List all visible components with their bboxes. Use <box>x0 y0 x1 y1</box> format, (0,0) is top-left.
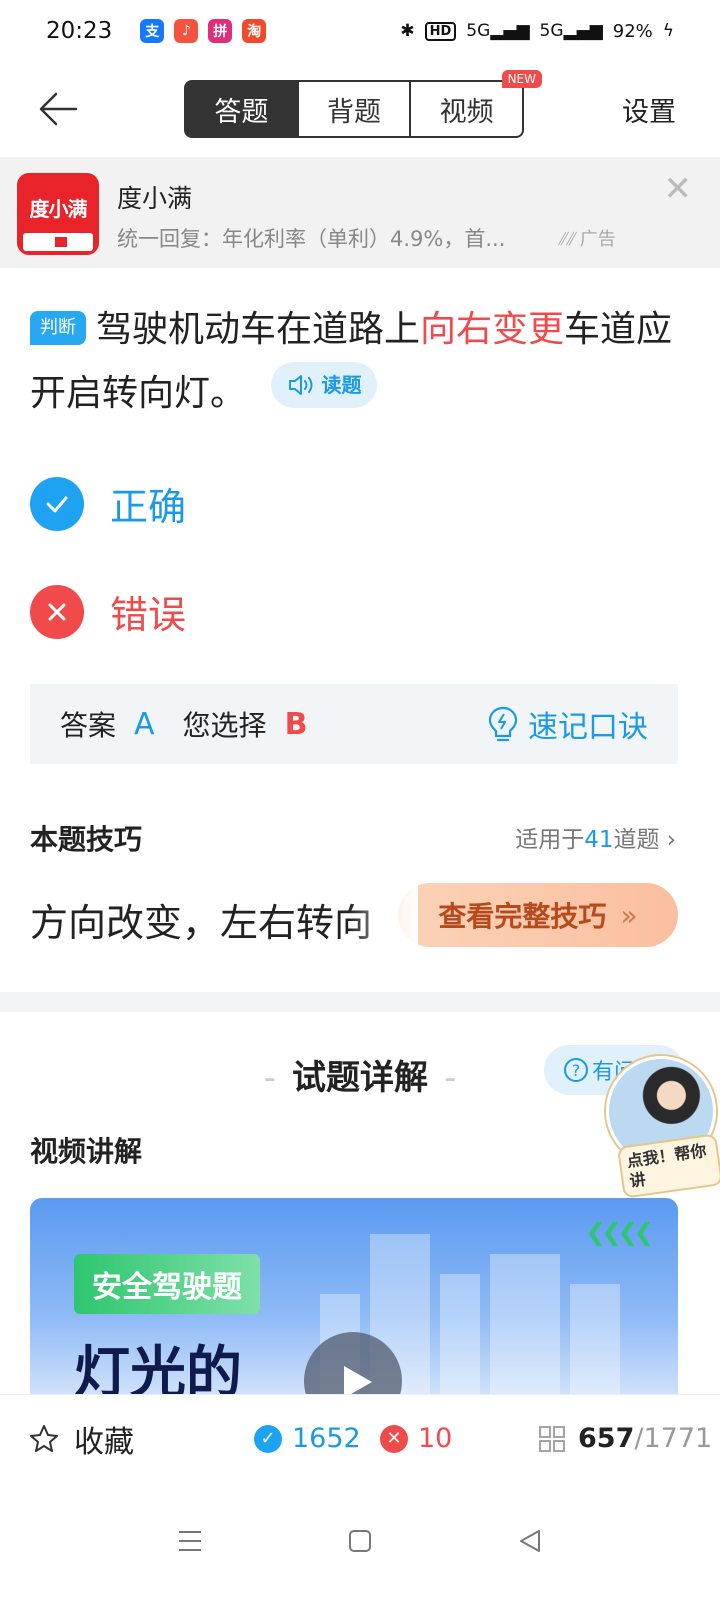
answer-bar: 答案 A 您选择 B 速记口诀 <box>30 684 678 764</box>
video-section-label: 视频讲解 <box>30 1135 143 1168</box>
status-app-icons: 支 ♪ 拼 淘 <box>140 19 267 43</box>
section-divider <box>0 992 720 1012</box>
system-nav-bar <box>0 1482 720 1600</box>
question-type-badge: 判断 <box>30 311 86 345</box>
mode-tabs: 答题 背题 视频 NEW <box>184 70 543 138</box>
favorite-button[interactable]: 收藏 <box>28 1417 134 1461</box>
taobao-icon: 淘 <box>242 19 267 43</box>
correct-count-icon: ✓ <box>254 1424 282 1453</box>
pinduoduo-icon: 拼 <box>208 19 233 43</box>
music-icon: ♪ <box>174 19 199 43</box>
option-wrong-label: 错误 <box>110 593 187 637</box>
status-indicators: ✱ HD 5G▂▄▆ 5G▂▄▆ 92% ϟ <box>400 21 674 42</box>
tips-text: 方向改变，左右转向 <box>30 901 373 945</box>
answer-value: A <box>134 706 155 742</box>
menu-nav-icon[interactable] <box>170 1521 210 1561</box>
star-icon <box>30 1424 58 1452</box>
video-badge: 安全驾驶题 <box>74 1254 260 1314</box>
ad-close-icon[interactable]: ✕ <box>664 169 693 209</box>
question-highlight: 向右变更 <box>420 309 565 350</box>
tips-apply-count: 41 <box>584 827 614 853</box>
wrong-count[interactable]: ✕ 10 <box>380 1423 452 1454</box>
read-question-button[interactable]: 读题 <box>271 362 378 408</box>
chosen-label: 您选择 <box>182 709 267 742</box>
view-full-tips-label: 查看完整技巧 <box>438 900 607 933</box>
lightbulb-icon <box>488 706 518 742</box>
progress-current: 657 <box>578 1423 635 1454</box>
ad-label: ⫽⫽ 广告 <box>558 229 616 250</box>
decor-chevrons-icon: ❮❮❮❮ <box>585 1218 654 1246</box>
double-chevron-icon: » <box>620 898 638 932</box>
grid-icon <box>539 1425 565 1452</box>
mnemonic-label: 速记口诀 <box>528 710 648 745</box>
tab-memorize[interactable]: 背题 <box>299 82 412 136</box>
correct-count[interactable]: ✓ 1652 <box>254 1423 361 1454</box>
tab-answer[interactable]: 答题 <box>186 82 299 136</box>
bluetooth-icon: ✱ <box>400 21 415 41</box>
status-time: 20:23 <box>46 18 113 44</box>
favorite-label: 收藏 <box>74 1424 134 1460</box>
wrong-count-icon: ✕ <box>380 1424 408 1453</box>
cross-icon <box>30 584 84 639</box>
chosen-value: B <box>284 706 308 742</box>
view-full-tips-button[interactable]: 查看完整技巧 » <box>348 877 678 953</box>
hd-icon: HD <box>424 21 457 41</box>
signal-1-icon: 5G▂▄▆ <box>466 21 530 41</box>
back-arrow-icon[interactable] <box>36 86 82 132</box>
answer-label: 答案 <box>60 709 117 742</box>
ad-logo: 度小满 <box>17 173 99 255</box>
back-nav-icon[interactable] <box>510 1521 550 1561</box>
video-player[interactable]: ❮❮❮❮ 安全驾驶题 灯光的 <box>30 1198 678 1394</box>
chevron-right-icon: › <box>666 827 676 853</box>
tips-title: 本题技巧 <box>30 823 143 856</box>
ad-description: 统一回复：年化利率（单利）4.9%，首... <box>117 227 506 251</box>
new-badge: NEW <box>501 70 543 88</box>
question-progress[interactable]: 657/1771 <box>538 1423 712 1454</box>
option-correct-label: 正确 <box>110 485 187 529</box>
battery-level: 92% <box>612 20 653 42</box>
video-title: 灯光的 <box>74 1341 242 1394</box>
question-mark-icon: ? <box>564 1058 588 1082</box>
status-bar: 20:23 支 ♪ 拼 淘 ✱ HD 5G▂▄▆ 5G▂▄▆ 92% ϟ <box>0 0 720 62</box>
bottom-bar: 收藏 ✓ 1652 ✕ 10 657/1771 <box>0 1394 720 1482</box>
tips-apply-link[interactable]: 适用于41道题 › <box>515 820 676 854</box>
home-nav-icon[interactable] <box>340 1521 380 1561</box>
ad-title: 度小满 <box>117 184 193 213</box>
question-part-1: 驾驶机动车在道路上 <box>96 309 421 350</box>
charging-icon: ϟ <box>662 21 674 41</box>
check-icon <box>30 476 84 531</box>
speaker-icon <box>289 375 313 395</box>
ad-banner[interactable]: 度小满 度小满 统一回复：年化利率（单利）4.9%，首... ⫽⫽ 广告 ✕ <box>0 157 720 268</box>
option-wrong[interactable]: 错误 <box>30 584 186 639</box>
mnemonic-button[interactable]: 速记口诀 <box>486 702 648 746</box>
read-question-label: 读题 <box>321 373 362 397</box>
tab-video[interactable]: 视频 NEW <box>411 70 543 136</box>
question-text: 判断 驾驶机动车在道路上向右变更车道应开启转向灯。 读题 <box>30 298 680 426</box>
option-correct[interactable]: 正确 <box>30 476 186 531</box>
alipay-icon: 支 <box>140 19 165 43</box>
signal-2-icon: 5G▂▄▆ <box>539 21 603 41</box>
tutor-avatar[interactable]: 点我！帮你讲 <box>606 1056 720 1199</box>
top-header: 答题 背题 视频 NEW 设置 <box>0 62 720 156</box>
settings-button[interactable]: 设置 <box>622 90 676 129</box>
ad-logo-text: 度小满 <box>29 197 88 221</box>
tab-video-label: 视频 <box>439 96 494 128</box>
progress-total: /1771 <box>634 1423 713 1454</box>
